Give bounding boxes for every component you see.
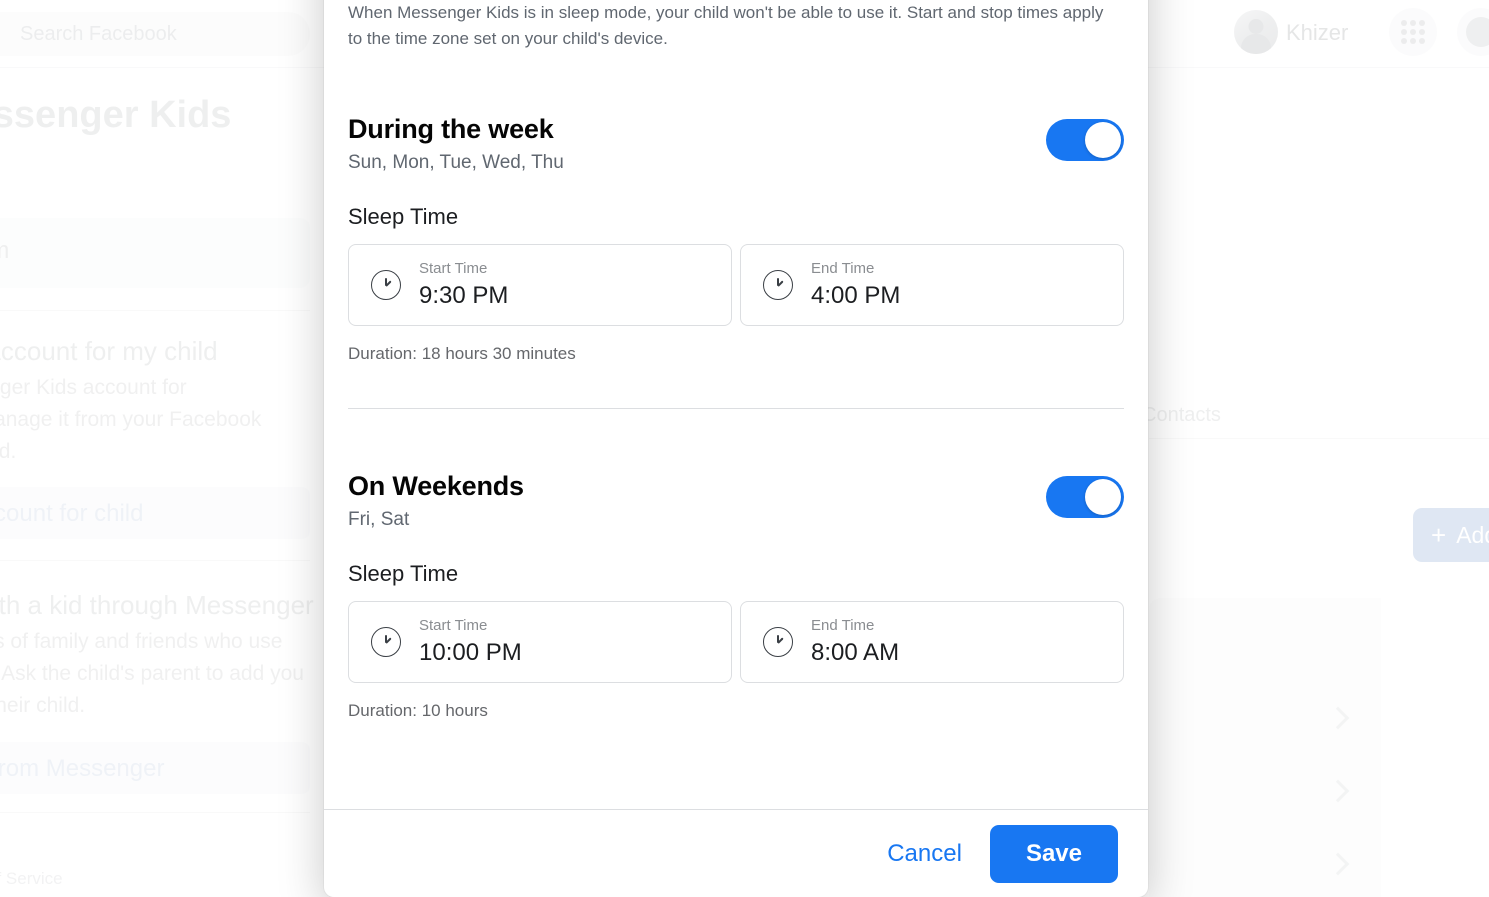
weekend-toggle[interactable] <box>1046 476 1124 518</box>
divider <box>0 310 310 311</box>
grid-apps-glyph <box>1401 20 1425 44</box>
weekday-start-caption: Start Time <box>419 259 488 277</box>
weekend-duration: Duration: 10 hours <box>348 701 488 720</box>
weekend-title-group: On Weekends Fri, Sat <box>348 471 524 531</box>
weekday-time-row: Start Time 9:30 PM End Time 4:00 PM <box>348 244 1124 326</box>
weekday-duration: Duration: 18 hours 30 minutes <box>348 344 576 363</box>
clock-icon <box>371 627 401 657</box>
weekend-title: On Weekends <box>348 471 524 501</box>
section-divider <box>348 408 1124 409</box>
weekend-start-value: 10:00 PM <box>419 638 522 666</box>
weekend-start-time-field[interactable]: Start Time 10:00 PM <box>348 601 732 683</box>
weekend-header: On Weekends Fri, Sat <box>348 471 1124 531</box>
weekday-end-caption: End Time <box>811 259 875 277</box>
clock-icon <box>763 627 793 657</box>
background-section-heading: Create an account for my child <box>0 336 218 366</box>
weekday-start-time-field[interactable]: Start Time 9:30 PM <box>348 244 732 326</box>
screen-root: Search Facebook Khizer Messenger Kids Ma… <box>0 0 1489 897</box>
weekend-time-row: Start Time 10:00 PM End Time 8:00 AM <box>348 601 1124 683</box>
weekday-toggle[interactable] <box>1046 119 1124 161</box>
create-account-label: Create account for child <box>0 500 144 527</box>
weekday-start-text: Start Time 9:30 PM <box>419 260 508 311</box>
weekend-sleep-time-label: Sleep Time <box>348 561 459 586</box>
weekday-title: During the week <box>348 114 554 144</box>
save-button[interactable]: Save <box>989 824 1118 883</box>
toggle-knob <box>1085 122 1121 158</box>
page-title: Messenger Kids <box>0 94 232 136</box>
weekend-end-caption: End Time <box>811 616 875 634</box>
weekend-end-value: 8:00 AM <box>811 638 900 666</box>
cancel-button[interactable]: Cancel <box>869 830 980 878</box>
divider <box>0 560 310 561</box>
weekend-end-time-field[interactable]: End Time 8:00 AM <box>740 601 1124 683</box>
weekend-end-text: End Time 8:00 AM <box>811 617 899 668</box>
background-right-label: Contacts <box>1142 404 1221 426</box>
dialog-description: When Messenger Kids is in sleep mode, yo… <box>348 3 1104 48</box>
add-button-label: Add <box>1456 521 1489 548</box>
add-button[interactable]: + Add <box>1413 508 1489 562</box>
child-name-label: Saleem <box>0 237 9 265</box>
background-section-heading: Connect with a kid through Messenger <box>0 590 314 620</box>
account-name-label[interactable]: Khizer <box>1286 20 1348 46</box>
weekend-start-text: Start Time 10:00 PM <box>419 617 522 668</box>
background-card <box>1149 598 1381 897</box>
connect-messenger-label: Connect from Messenger <box>0 755 165 782</box>
avatar[interactable] <box>1234 10 1278 54</box>
search-input[interactable]: Search Facebook <box>0 12 310 56</box>
terms-of-service-link[interactable]: Terms of Service <box>0 869 63 889</box>
divider <box>0 812 310 813</box>
plus-icon: + <box>1431 520 1447 550</box>
weekday-end-value: 4:00 PM <box>811 281 901 309</box>
background-section-body: Connect with kids of family and friends … <box>0 630 304 717</box>
weekday-schedule-section: During the week Sun, Mon, Tue, Wed, Thu … <box>348 114 1124 364</box>
messenger-glyph <box>1466 17 1489 47</box>
child-list-item[interactable] <box>0 218 310 288</box>
weekend-schedule-section: On Weekends Fri, Sat Sleep Time Start Ti… <box>348 471 1124 721</box>
dialog-body: When Messenger Kids is in sleep mode, yo… <box>324 0 1148 809</box>
clock-icon <box>371 270 401 300</box>
weekday-end-text: End Time 4:00 PM <box>811 260 900 311</box>
divider <box>1149 438 1489 439</box>
weekday-sleep-time-label: Sleep Time <box>348 204 459 229</box>
clock-icon <box>763 270 793 300</box>
dialog-footer: Cancel Save <box>324 809 1148 897</box>
weekday-days: Sun, Mon, Tue, Wed, Thu <box>348 152 564 173</box>
sleep-mode-dialog: When Messenger Kids is in sleep mode, yo… <box>324 0 1148 897</box>
background-section-body: Create a Messenger Kids account for your… <box>0 376 262 463</box>
grid-apps-icon[interactable] <box>1389 8 1437 56</box>
weekday-end-time-field[interactable]: End Time 4:00 PM <box>740 244 1124 326</box>
weekend-days: Fri, Sat <box>348 509 410 530</box>
weekday-header: During the week Sun, Mon, Tue, Wed, Thu <box>348 114 1124 174</box>
weekday-title-group: During the week Sun, Mon, Tue, Wed, Thu <box>348 114 564 174</box>
weekend-start-caption: Start Time <box>419 616 488 634</box>
weekday-start-value: 9:30 PM <box>419 281 509 309</box>
toggle-knob <box>1085 479 1121 515</box>
